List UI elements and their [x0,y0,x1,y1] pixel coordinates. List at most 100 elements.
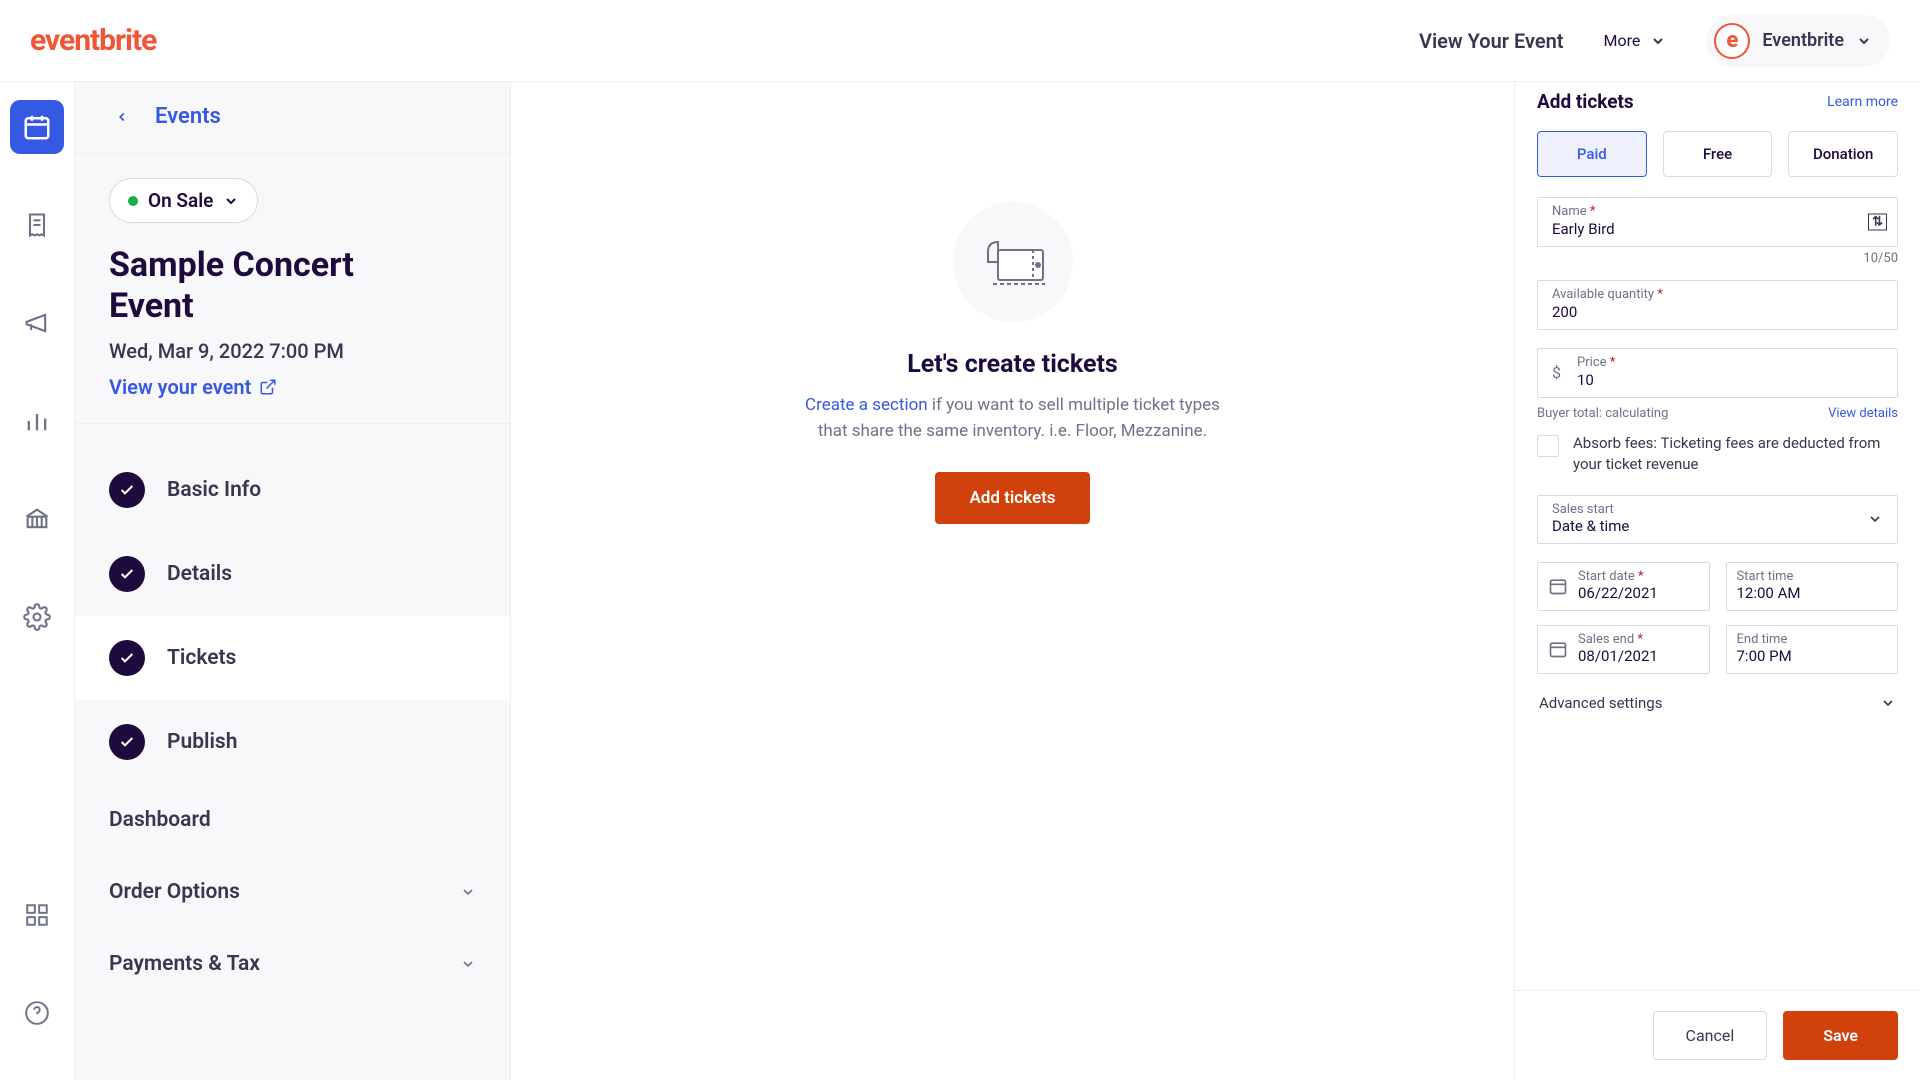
end-time-value: 7:00 PM [1737,647,1888,665]
start-date-field[interactable]: Start date * 06/22/2021 [1537,562,1710,611]
step-label: Basic Info [167,478,261,502]
advanced-label: Advanced settings [1539,694,1662,712]
user-name-label: Eventbrite [1762,30,1844,51]
logo[interactable]: eventbrite [30,23,156,58]
rail-marketing-icon[interactable] [10,296,64,350]
panel-footer: Cancel Save [1515,990,1920,1080]
quantity-input[interactable] [1552,303,1883,321]
rail-settings-icon[interactable] [10,590,64,644]
start-time-label: Start time [1737,569,1888,584]
step-label: Tickets [167,646,236,670]
buyer-total-label: Buyer total: calculating [1537,406,1668,421]
header-right: View Your Event More e Eventbrite [1419,15,1890,67]
step-label: Details [167,562,232,586]
start-time-value: 12:00 AM [1737,584,1888,602]
chevron-left-icon [115,110,129,124]
sidebar-step-details[interactable]: Details [75,532,510,616]
end-date-label: Sales end * [1578,632,1699,647]
sidebar-step-tickets[interactable]: Tickets [75,616,510,700]
end-time-field[interactable]: End time 7:00 PM [1726,625,1899,674]
main-heading: Let's create tickets [907,350,1118,379]
panel-title: Add tickets [1537,90,1634,113]
price-label: Price * [1577,355,1883,370]
sub-text: Create a section if you want to sell mul… [803,393,1223,444]
advanced-settings-toggle[interactable]: Advanced settings [1537,688,1898,718]
calendar-icon [1548,639,1568,659]
price-input[interactable] [1577,371,1883,389]
status-chip[interactable]: On Sale [109,178,258,223]
quantity-label: Available quantity * [1552,287,1883,302]
chevron-down-icon [1856,33,1872,49]
rail-finance-icon[interactable] [10,492,64,546]
start-time-field[interactable]: Start time 12:00 AM [1726,562,1899,611]
back-to-events[interactable]: Events [103,104,482,129]
step-label: Publish [167,730,237,754]
sales-start-label: Sales start [1552,502,1629,517]
sidebar-dashboard[interactable]: Dashboard [75,784,510,856]
tab-paid[interactable]: Paid [1537,131,1647,177]
divider [75,423,510,424]
cancel-button[interactable]: Cancel [1653,1011,1768,1060]
view-event-label: View your event [109,375,251,399]
rail-apps-icon[interactable] [10,888,64,942]
status-label: On Sale [148,189,213,212]
event-date: Wed, Mar 9, 2022 7:00 PM [109,339,476,363]
end-date-value: 08/01/2021 [1578,647,1699,665]
end-date-field[interactable]: Sales end * 08/01/2021 [1537,625,1710,674]
rail-help-icon[interactable] [10,986,64,1040]
more-menu[interactable]: More [1604,31,1667,50]
name-char-count: 10/50 [1537,251,1898,266]
external-link-icon [259,378,277,396]
check-icon [109,556,145,592]
main-content: Let's create tickets Create a section if… [510,82,1515,1080]
tickets-illustration [953,202,1073,322]
add-tickets-button[interactable]: Add tickets [935,472,1089,524]
status-dot-icon [128,196,138,206]
absorb-fees-checkbox[interactable] [1537,435,1559,457]
currency-symbol: $ [1552,363,1561,382]
user-menu[interactable]: e Eventbrite [1706,15,1890,67]
name-input[interactable] [1552,220,1883,238]
sales-start-value: Date & time [1552,517,1629,535]
sidebar-step-basic-info[interactable]: Basic Info [75,448,510,532]
view-your-event-link[interactable]: View Your Event [1419,29,1564,53]
absorb-fees-label: Absorb fees: Ticketing fees are deducted… [1573,433,1898,475]
rail-events-icon[interactable] [10,100,64,154]
divider [75,153,510,154]
start-date-value: 06/22/2021 [1578,584,1699,602]
back-label: Events [155,104,221,129]
sales-start-select[interactable]: Sales start Date & time [1537,495,1898,544]
more-label: More [1604,31,1641,50]
absorb-fees-row: Absorb fees: Ticketing fees are deducted… [1537,433,1898,475]
chevron-down-icon [1650,33,1666,49]
name-field[interactable]: Name * ⇅ [1537,197,1898,247]
save-button[interactable]: Save [1783,1011,1898,1060]
ticket-type-tabs: Paid Free Donation [1537,131,1898,177]
rail-reports-icon[interactable] [10,394,64,448]
icon-rail [0,82,75,1080]
add-tickets-panel: Add tickets Learn more Paid Free Donatio… [1515,82,1920,1080]
end-time-label: End time [1737,632,1888,647]
top-header: eventbrite View Your Event More e Eventb… [0,0,1920,82]
chevron-down-icon [223,193,239,209]
learn-more-link[interactable]: Learn more [1827,94,1898,110]
price-field[interactable]: $ Price * [1537,348,1898,398]
create-section-link[interactable]: Create a section [805,395,928,415]
sidebar: Events On Sale Sample Concert Event Wed,… [75,82,510,1080]
sidebar-order-options[interactable]: Order Options [75,856,510,928]
tab-donation[interactable]: Donation [1788,131,1898,177]
order-options-label: Order Options [109,880,240,904]
field-action-icon[interactable]: ⇅ [1868,214,1887,231]
chevron-down-icon [460,884,476,900]
calendar-icon [1548,576,1568,596]
sidebar-step-publish[interactable]: Publish [75,700,510,784]
view-details-link[interactable]: View details [1828,406,1898,421]
view-your-event-sidebar-link[interactable]: View your event [109,375,476,399]
tab-free[interactable]: Free [1663,131,1773,177]
avatar: e [1714,23,1750,59]
chevron-down-icon [1880,695,1896,711]
rail-orders-icon[interactable] [10,198,64,252]
sidebar-payments-tax[interactable]: Payments & Tax [75,928,510,1000]
quantity-field[interactable]: Available quantity * [1537,280,1898,330]
chevron-down-icon [460,956,476,972]
